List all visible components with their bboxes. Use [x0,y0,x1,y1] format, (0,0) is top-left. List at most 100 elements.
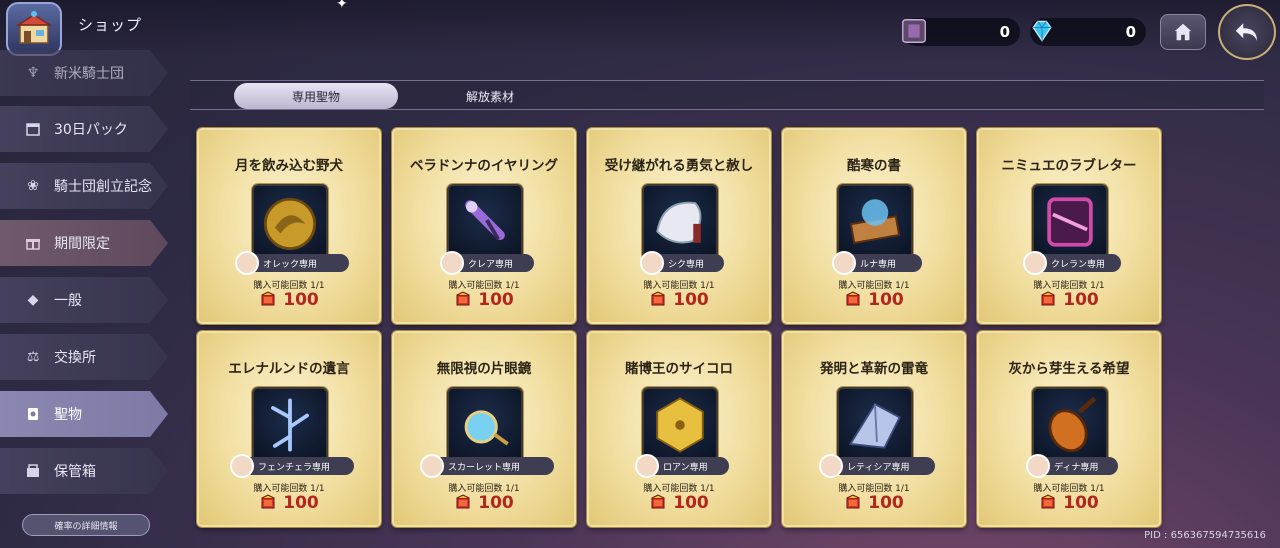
flower-icon: ❀ [27,178,39,194]
relic-name: 無限視の片眼鏡 [436,361,532,377]
owner-badge: スカーレット専用 [420,454,554,478]
relic-card[interactable]: 発明と革新の雷竜 レティシア専用 購入可能回数 1/1 100 [782,331,966,527]
avatar [420,454,444,478]
owner-label: フェンチェラ専用 [258,462,331,473]
love-letter-scroll-icon [1032,184,1108,260]
avatar [235,251,259,275]
sidebar-item-general[interactable]: ◆ 一般 [0,277,168,323]
diamond-icon [1026,15,1058,47]
white-feather-icon [642,184,718,260]
avatar [1026,454,1050,478]
owner-badge: クレア専用 [440,251,534,275]
sidebar-item-label: 騎士団創立記念 [54,179,152,195]
earring-icon [447,184,523,260]
owner-badge: オレック専用 [235,251,349,275]
relic-card[interactable]: 賭博王のサイコロ ロアン専用 購入可能回数 1/1 100 [587,331,771,527]
price: 100 [979,493,1159,513]
sidebar-item-anniversary[interactable]: ❀ 騎士団創立記念 [0,163,168,209]
relic-name: 月を飲み込む野犬 [235,158,343,174]
back-button[interactable] [1218,4,1276,60]
owner-badge: クレラン専用 [1023,251,1121,275]
relic-icon [24,405,42,423]
price-value: 100 [868,290,904,310]
relic-card[interactable]: 月を飲み込む野犬 オレック専用 購入可能回数 1/1 100 [197,128,381,324]
sidebar-item-label: 期間限定 [54,236,110,252]
back-arrow-icon [1235,23,1257,41]
sprout-icon: ♆ [26,65,40,81]
price: 100 [199,290,379,310]
price: 100 [394,290,574,310]
relic-card[interactable]: エレナルンドの遺言 フェンチェラ専用 購入可能回数 1/1 100 [197,331,381,527]
relic-name: 灰から芽生える希望 [1008,361,1130,377]
avatar [1023,251,1047,275]
owner-label: レティシア専用 [847,462,910,473]
player-id: PID : 656367594735616 [1144,530,1266,541]
sparkle-icon: ✦ [336,0,348,12]
owner-badge: レティシア専用 [819,454,935,478]
relic-name: 酷寒の書 [847,158,901,174]
home-button[interactable] [1160,14,1206,50]
relic-card[interactable]: ニミュエのラブレター クレラン専用 購入可能回数 1/1 100 [977,128,1161,324]
sidebar-item-relic[interactable]: 聖物 [0,391,168,437]
tab-release-materials[interactable]: 解放素材 [408,83,572,109]
sidebar-item-beginner[interactable]: ♆ 新米騎士団 [0,50,168,96]
ticket-icon [649,291,667,309]
owner-label: スカーレット専用 [448,462,521,473]
ticket-icon [454,494,472,512]
probability-details-button[interactable]: 確率の詳細情報 [22,514,150,536]
relic-name: ベラドンナのイヤリング [409,158,559,174]
ticket-icon [649,494,667,512]
shop-icon [6,2,62,56]
relic-card[interactable]: 無限視の片眼鏡 スカーレット専用 購入可能回数 1/1 100 [392,331,576,527]
sidebar-item-limited[interactable]: 期間限定 [0,220,168,266]
ticket-icon [259,291,277,309]
avatar [640,251,664,275]
price: 100 [199,493,379,513]
avatar [832,251,856,275]
avatar [819,454,843,478]
relic-card[interactable]: 受け継がれる勇気と赦し シク専用 購入可能回数 1/1 100 [587,128,771,324]
relic-card[interactable]: 灰から芽生える希望 ディナ専用 購入可能回数 1/1 100 [977,331,1161,527]
price-value: 100 [673,493,709,513]
price: 100 [784,493,964,513]
relic-name: 発明と革新の雷竜 [820,361,928,377]
sidebar-item-label: 交換所 [54,350,96,366]
relic-name: エレナルンドの遺言 [228,361,350,377]
sidebar-item-30day[interactable]: 30日パック [0,106,168,152]
ticket-icon [454,291,472,309]
owner-badge: シク専用 [640,251,724,275]
home-icon [1174,23,1192,41]
gift-icon [24,234,42,252]
owner-label: ロアン専用 [663,462,708,473]
owner-badge: ルナ専用 [832,251,922,275]
price-value: 100 [1063,290,1099,310]
golden-dice-icon [642,387,718,463]
ticket-icon [1039,291,1057,309]
relic-card[interactable]: 酷寒の書 ルナ専用 購入可能回数 1/1 100 [782,128,966,324]
price-value: 100 [283,493,319,513]
sidebar-item-label: 聖物 [54,407,82,423]
ember-lute-icon [1032,387,1108,463]
owner-label: クレア専用 [468,259,514,270]
price-value: 100 [478,290,514,310]
sidebar-item-label: 一般 [54,293,82,309]
price-value: 100 [478,493,514,513]
price-value: 100 [1063,493,1099,513]
thunder-dragon-icon [837,387,913,463]
price-value: 100 [283,290,319,310]
relic-card[interactable]: ベラドンナのイヤリング クレア専用 購入可能回数 1/1 100 [392,128,576,324]
tab-bar: 専用聖物 解放素材 [190,80,1264,110]
currency-diamond: 0 [1030,18,1146,46]
frost-book-icon [837,184,913,260]
ticket-icon [259,494,277,512]
sidebar-item-storage[interactable]: 保管箱 [0,448,168,494]
price: 100 [784,290,964,310]
sidebar-item-exchange[interactable]: ⚖ 交換所 [0,334,168,380]
price-value: 100 [868,493,904,513]
ticket-icon [1039,494,1057,512]
price-value: 100 [673,290,709,310]
tab-exclusive-relics[interactable]: 専用聖物 [234,83,398,109]
price: 100 [589,493,769,513]
currency-diamond-value: 0 [1125,23,1136,41]
relic-name: 受け継がれる勇気と赦し [604,158,754,174]
